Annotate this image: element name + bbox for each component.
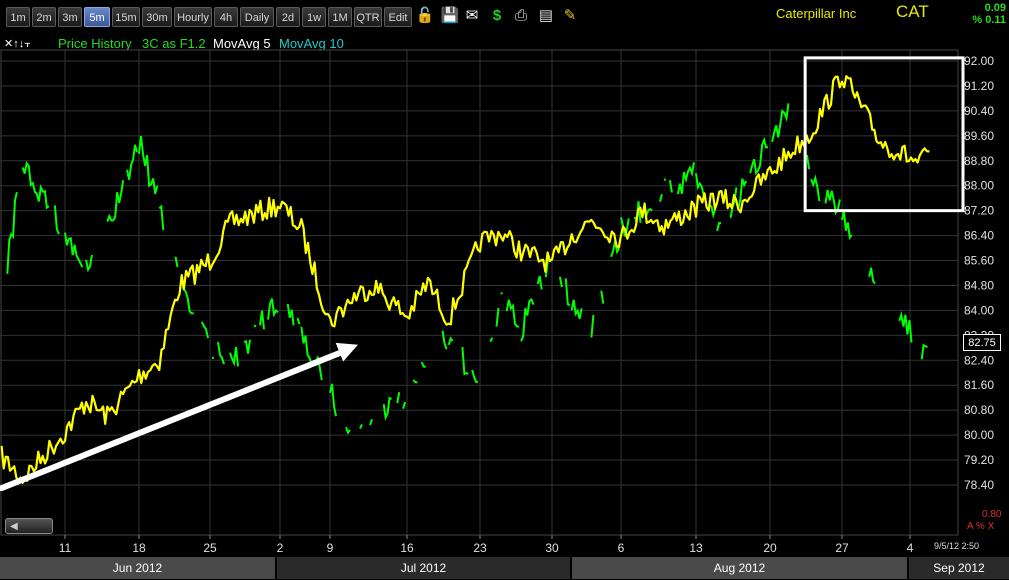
x-tick-label: 30 (545, 541, 559, 555)
indicator-segment (600, 290, 605, 304)
trend-arrow (0, 346, 351, 492)
indicator-segment (868, 267, 876, 285)
month-label-jul-2012: Jul 2012 (277, 557, 570, 579)
indicator-segment (412, 379, 418, 384)
indicator-segment (53, 205, 60, 235)
x-tick-label: 25 (203, 541, 217, 555)
scroll-handle[interactable]: ◀ (5, 518, 53, 534)
indicator-segment (471, 369, 479, 384)
indicator-segment (920, 343, 928, 360)
indicator-segment (570, 299, 583, 320)
indicator-segment (536, 275, 543, 290)
y-tick-label: 92.00 (964, 54, 994, 68)
y-tick-label: 84.00 (964, 303, 994, 317)
indicator-segment (174, 256, 179, 268)
indicator-segment (158, 204, 165, 231)
indicator-segment (441, 330, 448, 350)
side-value-top: 0.80 (982, 509, 1002, 520)
x-axis: 11 18 25 2 9 16 23 30 6 13 20 27 4 (59, 535, 914, 555)
y-tick-label: 89.60 (964, 129, 994, 143)
x-tick-label: 23 (473, 541, 487, 555)
chart-canvas: 92.00 91.20 90.40 89.60 88.80 88.00 87.20 86.40… (0, 49, 994, 555)
timestamp: 9/5/12 2:50 (934, 541, 980, 551)
x-tick-label: 2 (277, 541, 284, 555)
indicator-segment (300, 326, 323, 381)
indicator-segment (369, 418, 373, 426)
grid (0, 49, 959, 536)
month-label-sep-2012: Sep 2012 (909, 557, 1009, 579)
highlight-box (803, 56, 965, 213)
indicator-segment (749, 136, 769, 176)
indicator-segment (296, 317, 301, 325)
x-tick-label: 20 (763, 541, 777, 555)
month-label-aug-2012: Aug 2012 (572, 557, 907, 579)
indicator-segment (286, 303, 295, 326)
x-tick-label: 6 (618, 541, 625, 555)
indicator-segment (841, 210, 853, 241)
y-tick-label: 88.00 (964, 179, 994, 193)
x-tick-label: 27 (835, 541, 849, 555)
indicator-segment (716, 221, 722, 232)
indicator-segment (382, 396, 392, 421)
indicator-segment (217, 341, 225, 365)
y-tick-label: 80.80 (964, 403, 994, 417)
y-tick-label: 86.40 (964, 229, 994, 243)
indicator-segment (106, 180, 125, 222)
indicator-segment (64, 232, 84, 268)
indicator-segment (126, 144, 138, 180)
indicator-segment (590, 314, 595, 338)
indicator-segment (420, 361, 426, 368)
indicator-segment (345, 426, 351, 435)
last-price-badge: 82.75 (963, 334, 1001, 351)
indicator-segment (564, 278, 571, 307)
indicator-segment (253, 324, 257, 328)
indicator-segment (138, 135, 159, 194)
indicator-segment (85, 254, 93, 273)
y-tick-label: 85.60 (964, 254, 994, 268)
indicator-segment (659, 194, 663, 202)
y-axis: 92.00 91.20 90.40 89.60 88.80 88.00 87.20 86.40… (964, 54, 994, 492)
x-tick-label: 13 (689, 541, 703, 555)
x-tick-label: 9 (327, 541, 334, 555)
x-tick-label: 11 (59, 541, 72, 555)
x-tick-label: 18 (132, 541, 146, 555)
indicator-segment (359, 423, 363, 430)
price-series (0, 73, 930, 484)
y-tick-label: 80.00 (964, 428, 994, 442)
y-tick-label: 91.20 (964, 79, 994, 93)
y-tick-label: 84.80 (964, 278, 994, 292)
indicator-segment (329, 383, 337, 417)
y-tick-label: 88.80 (964, 154, 994, 168)
indicator-segment (243, 339, 251, 354)
month-label-jun-2012: Jun 2012 (0, 557, 275, 579)
indicator-segment (6, 191, 18, 274)
y-tick-label: 79.20 (964, 453, 994, 467)
indicator-segment (259, 310, 265, 330)
indicator-segment (676, 162, 695, 195)
indicator-segment (489, 337, 494, 343)
y-tick-label: 87.20 (964, 204, 994, 218)
y-tick-label: 81.60 (964, 378, 994, 392)
y-tick-label: 90.40 (964, 104, 994, 118)
indicator-segment (396, 392, 401, 404)
indicator-segment (402, 401, 407, 409)
indicator-segment (267, 298, 279, 320)
x-tick-label: 4 (907, 541, 914, 555)
side-flags[interactable]: A % X (967, 521, 994, 532)
indicator-segment (229, 346, 239, 367)
indicator-segment (447, 336, 454, 346)
x-tick-label: 16 (400, 541, 414, 555)
indicator-segment (810, 174, 821, 202)
indicator-segment (668, 180, 673, 193)
y-tick-label: 82.40 (964, 353, 994, 367)
indicator-segment (505, 299, 520, 328)
y-tick-label: 78.40 (964, 478, 994, 492)
